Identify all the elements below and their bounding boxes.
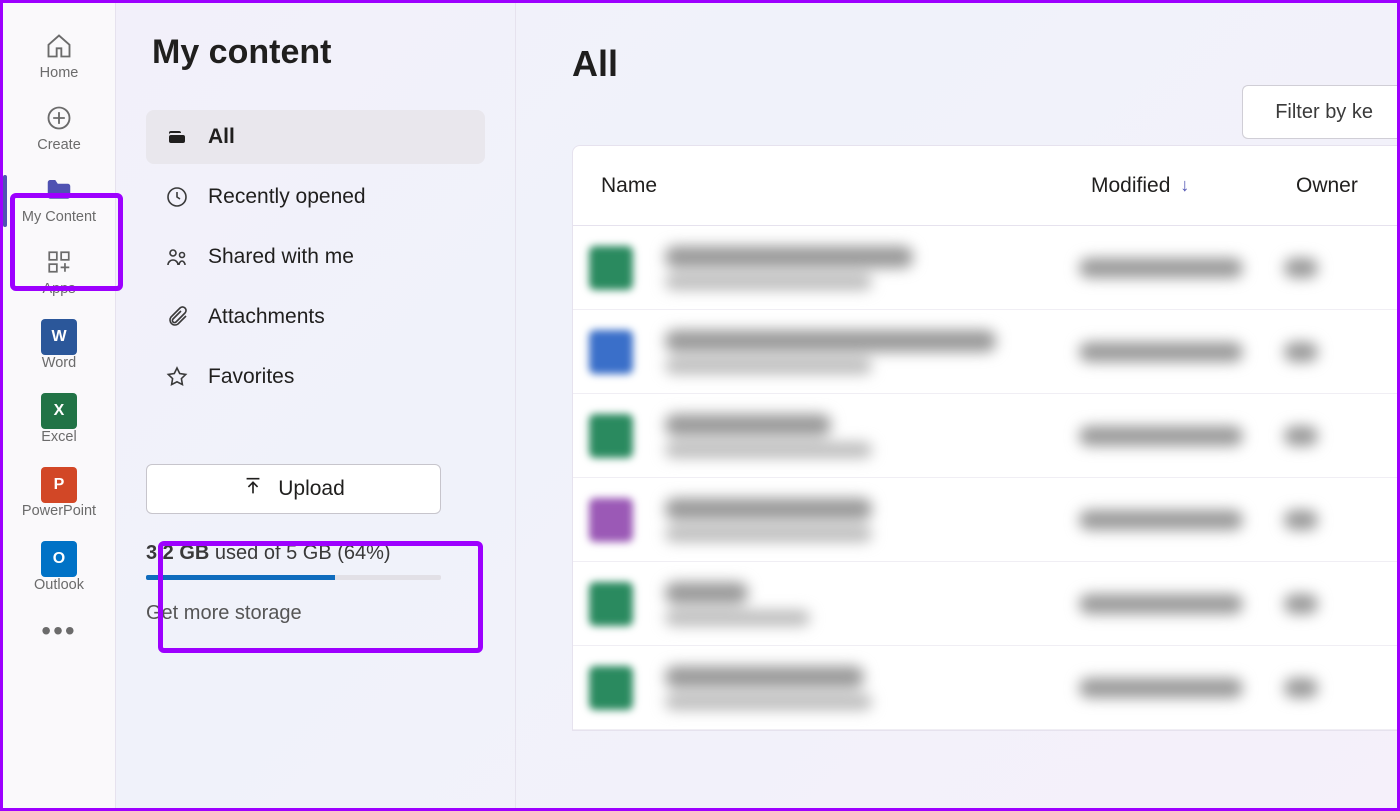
- rail-label: Home: [40, 65, 79, 81]
- nav-item-favorites[interactable]: Favorites: [146, 350, 485, 404]
- file-modified-cell: [1079, 342, 1284, 362]
- column-header-name[interactable]: Name: [601, 174, 1091, 198]
- column-header-owner[interactable]: Owner: [1296, 174, 1397, 198]
- table-row[interactable]: [573, 646, 1397, 730]
- content-panel: My content All Recently opened Shared wi…: [116, 3, 516, 808]
- file-type-icon: [589, 414, 633, 458]
- storage-suffix: used of 5 GB (64%): [209, 542, 390, 564]
- filter-label: Filter by ke: [1275, 101, 1373, 124]
- nav-item-all[interactable]: All: [146, 110, 485, 164]
- upload-label: Upload: [278, 477, 345, 501]
- file-owner-cell: [1284, 342, 1397, 362]
- file-name-cell: [665, 666, 1079, 710]
- panel-title: My content: [152, 33, 485, 72]
- nav-label: Attachments: [208, 305, 325, 329]
- file-type-icon: [589, 666, 633, 710]
- powerpoint-app-icon: P: [41, 467, 77, 503]
- upload-icon: [242, 475, 264, 503]
- file-grid: Name Modified ↓ Owner: [572, 145, 1397, 731]
- rail-item-more[interactable]: •••: [3, 605, 115, 659]
- column-label: Modified: [1091, 174, 1170, 198]
- clock-icon: [164, 184, 190, 210]
- nav-label: Shared with me: [208, 245, 354, 269]
- panel-nav: All Recently opened Shared with me Attac…: [146, 110, 485, 404]
- get-more-storage-link[interactable]: Get more storage: [146, 602, 485, 625]
- rail-item-excel[interactable]: X Excel: [3, 383, 115, 457]
- more-icon: •••: [41, 615, 76, 647]
- file-owner-cell: [1284, 678, 1397, 698]
- table-row[interactable]: [573, 226, 1397, 310]
- rail-label: My Content: [22, 209, 96, 225]
- rail-item-apps[interactable]: Apps: [3, 237, 115, 309]
- home-icon: [44, 31, 74, 61]
- rail-item-powerpoint[interactable]: P PowerPoint: [3, 457, 115, 531]
- file-name-cell: [665, 414, 1079, 458]
- main-heading: All: [572, 43, 1397, 85]
- filter-button[interactable]: Filter by ke: [1242, 85, 1397, 139]
- nav-item-shared[interactable]: Shared with me: [146, 230, 485, 284]
- table-row[interactable]: [573, 562, 1397, 646]
- upload-button[interactable]: Upload: [146, 464, 441, 514]
- excel-app-icon: X: [41, 393, 77, 429]
- app-rail: Home Create My Content Apps W Word X Exc…: [3, 3, 116, 808]
- rail-item-create[interactable]: Create: [3, 93, 115, 165]
- file-name-cell: [665, 330, 1079, 374]
- nav-label: Favorites: [208, 365, 294, 389]
- file-modified-cell: [1079, 426, 1284, 446]
- rail-label: Outlook: [34, 577, 84, 593]
- folder-icon: [44, 175, 74, 205]
- file-type-icon: [589, 498, 633, 542]
- file-owner-cell: [1284, 426, 1397, 446]
- file-modified-cell: [1079, 594, 1284, 614]
- storage-used: 3.2 GB: [146, 542, 209, 564]
- people-icon: [164, 244, 190, 270]
- sort-descending-icon: ↓: [1180, 175, 1189, 196]
- word-app-icon: W: [41, 319, 77, 355]
- stack-icon: [164, 124, 190, 150]
- file-type-icon: [589, 246, 633, 290]
- rail-item-mycontent[interactable]: My Content: [3, 165, 115, 237]
- rail-label: Apps: [42, 281, 75, 297]
- nav-label: All: [208, 125, 235, 149]
- nav-item-attachments[interactable]: Attachments: [146, 290, 485, 344]
- rail-item-word[interactable]: W Word: [3, 309, 115, 383]
- file-type-icon: [589, 582, 633, 626]
- file-name-cell: [665, 246, 1079, 290]
- file-name-cell: [665, 582, 1079, 626]
- star-icon: [164, 364, 190, 390]
- rail-item-home[interactable]: Home: [3, 21, 115, 93]
- rail-label: Create: [37, 137, 81, 153]
- file-owner-cell: [1284, 510, 1397, 530]
- file-modified-cell: [1079, 510, 1284, 530]
- nav-item-recent[interactable]: Recently opened: [146, 170, 485, 224]
- main-content: All Filter by ke Name Modified ↓ Owner: [516, 3, 1397, 808]
- table-header: Name Modified ↓ Owner: [573, 146, 1397, 226]
- table-row[interactable]: [573, 394, 1397, 478]
- file-owner-cell: [1284, 258, 1397, 278]
- file-modified-cell: [1079, 678, 1284, 698]
- file-modified-cell: [1079, 258, 1284, 278]
- table-row[interactable]: [573, 478, 1397, 562]
- rail-label: Excel: [41, 429, 76, 445]
- file-owner-cell: [1284, 594, 1397, 614]
- nav-label: Recently opened: [208, 185, 366, 209]
- table-row[interactable]: [573, 310, 1397, 394]
- column-header-modified[interactable]: Modified ↓: [1091, 174, 1296, 198]
- plus-circle-icon: [44, 103, 74, 133]
- rail-label: Word: [42, 355, 76, 371]
- storage-text: 3.2 GB used of 5 GB (64%): [146, 542, 485, 565]
- storage-section: 3.2 GB used of 5 GB (64%) Get more stora…: [146, 542, 485, 625]
- attachment-icon: [164, 304, 190, 330]
- file-type-icon: [589, 330, 633, 374]
- rail-label: PowerPoint: [22, 503, 96, 519]
- apps-icon: [44, 247, 74, 277]
- file-name-cell: [665, 498, 1079, 542]
- storage-fill: [146, 575, 335, 580]
- outlook-app-icon: O: [41, 541, 77, 577]
- rail-item-outlook[interactable]: O Outlook: [3, 531, 115, 605]
- storage-progress: [146, 575, 441, 580]
